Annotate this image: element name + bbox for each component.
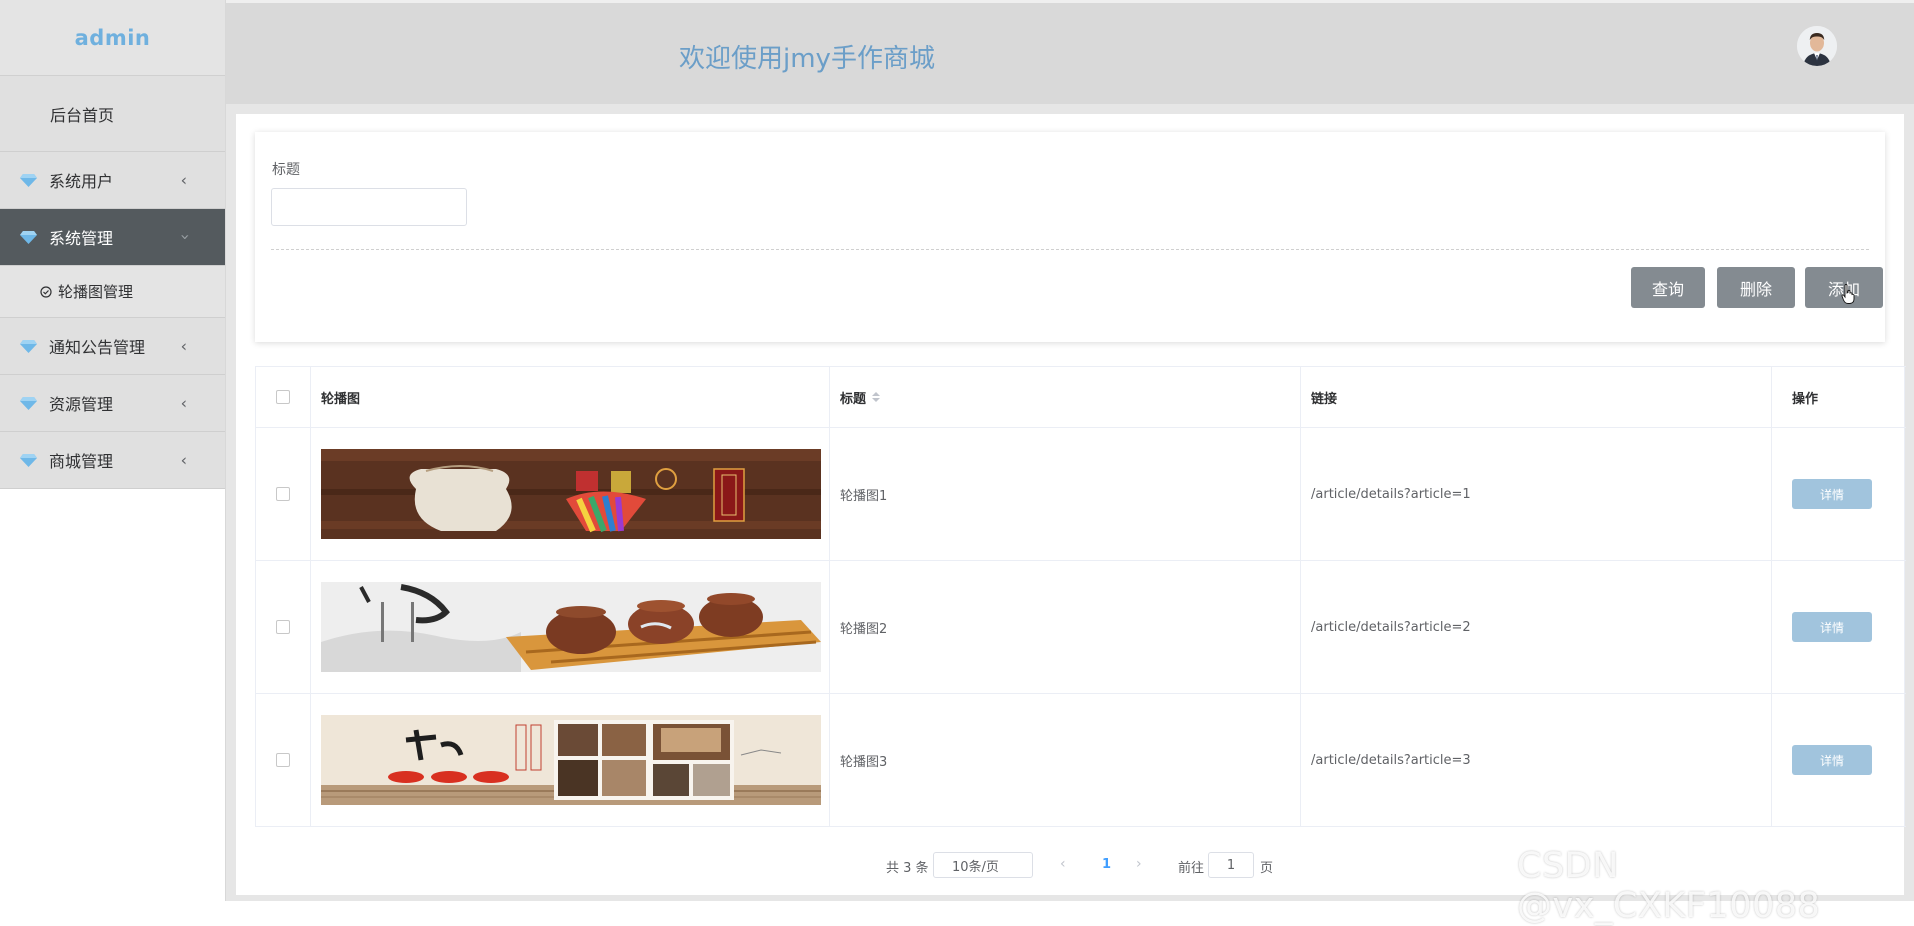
next-page-icon[interactable]: › — [1136, 856, 1142, 872]
carousel-image-2 — [321, 582, 821, 672]
brand: admin — [0, 0, 225, 76]
row-checkbox-cell — [256, 561, 311, 693]
image-cell — [311, 561, 830, 693]
avatar-icon — [1797, 26, 1837, 66]
row-checkbox-cell — [256, 694, 311, 826]
user-avatar[interactable] — [1797, 26, 1837, 66]
delete-button[interactable]: 删除 — [1717, 267, 1795, 308]
gem-icon — [20, 231, 37, 244]
chevron-left-icon: ‹ — [180, 393, 187, 413]
sidebar-item-label: 商城管理 — [49, 452, 114, 471]
operation-cell: 详情 — [1772, 561, 1905, 693]
sidebar-item-mall[interactable]: 商城管理 ‹ — [0, 432, 225, 489]
image-cell — [311, 694, 830, 826]
detail-button[interactable]: 详情 — [1792, 479, 1872, 509]
sidebar: admin 后台首页 系统用户 ‹ 系统管理 ‹ 轮播图管理 通知公告管理 ‹ … — [0, 0, 226, 901]
sidebar-item-system-management[interactable]: 系统管理 ‹ — [0, 209, 225, 266]
table-header-row: 轮播图 标题 链接 操作 — [256, 367, 1906, 428]
divider — [271, 249, 1869, 250]
title-field-label: 标题 — [272, 162, 300, 178]
page-suffix-label: 页 — [1260, 861, 1274, 876]
watermark-text: CSDN @vx_CXKF10088 — [1517, 846, 1821, 926]
search-card: 标题 查询 删除 添加 — [255, 132, 1885, 342]
sidebar-item-label: 系统用户 — [49, 172, 114, 191]
image-cell — [311, 428, 830, 560]
main-area: 标题 查询 删除 添加 轮播图 标题 链接 操作 轮播图1 /article/d… — [226, 104, 1914, 901]
brand-title: admin — [74, 25, 151, 50]
title-search-input[interactable] — [271, 188, 467, 226]
column-header-link: 链接 — [1301, 367, 1772, 427]
chevron-left-icon: ‹ — [180, 450, 187, 470]
hand-cursor-icon — [1841, 284, 1855, 304]
table-row: 轮播图2 /article/details?article=2 详情 — [256, 561, 1906, 694]
row-checkbox[interactable] — [276, 487, 290, 501]
page-size-select[interactable]: 10条/页 — [933, 852, 1033, 878]
column-header-title[interactable]: 标题 — [830, 367, 1301, 427]
prev-page-icon[interactable]: ‹ — [1060, 856, 1066, 872]
query-button[interactable]: 查询 — [1631, 267, 1705, 308]
sidebar-item-label: 系统管理 — [49, 229, 114, 248]
sidebar-item-system-users[interactable]: 系统用户 ‹ — [0, 152, 225, 209]
row-checkbox[interactable] — [276, 753, 290, 767]
goto-label: 前往 — [1178, 861, 1205, 876]
sidebar-item-notice[interactable]: 通知公告管理 ‹ — [0, 318, 225, 375]
title-cell: 轮播图3 — [830, 694, 1301, 826]
carousel-image-1 — [321, 449, 821, 539]
table-row: 轮播图3 /article/details?article=3 详情 — [256, 694, 1906, 827]
sidebar-item-resources[interactable]: 资源管理 ‹ — [0, 375, 225, 432]
operation-cell: 详情 — [1772, 694, 1905, 826]
row-checkbox[interactable] — [276, 620, 290, 634]
select-all-checkbox[interactable] — [276, 390, 290, 404]
gem-icon — [20, 174, 37, 187]
content-panel: 标题 查询 删除 添加 轮播图 标题 链接 操作 轮播图1 /article/d… — [236, 114, 1906, 895]
chevron-down-icon: ‹ — [174, 233, 194, 241]
sidebar-item-label: 通知公告管理 — [49, 338, 146, 357]
column-header-title-label: 标题 — [840, 391, 867, 407]
column-header-operation: 操作 — [1772, 367, 1905, 427]
header: 欢迎使用jmy手作商城 — [226, 0, 1914, 104]
circle-check-icon — [40, 285, 52, 298]
sidebar-item-label: 资源管理 — [49, 395, 114, 414]
carousel-image-3 — [321, 715, 821, 805]
detail-button[interactable]: 详情 — [1792, 612, 1872, 642]
title-cell: 轮播图2 — [830, 561, 1301, 693]
gem-icon — [20, 397, 37, 410]
page-number-current[interactable]: 1 — [1102, 857, 1111, 872]
link-cell: /article/details?article=3 — [1301, 694, 1772, 826]
link-cell: /article/details?article=2 — [1301, 561, 1772, 693]
welcome-title: 欢迎使用jmy手作商城 — [679, 44, 935, 74]
column-header-image: 轮播图 — [311, 367, 830, 427]
gem-icon — [20, 340, 37, 353]
row-checkbox-cell — [256, 428, 311, 560]
sidebar-item-home[interactable]: 后台首页 — [0, 76, 225, 152]
sidebar-item-label: 后台首页 — [50, 105, 115, 125]
gem-icon — [20, 454, 37, 467]
table-row: 轮播图1 /article/details?article=1 详情 — [256, 428, 1906, 561]
goto-page-input[interactable]: 1 — [1208, 852, 1254, 878]
operation-cell: 详情 — [1772, 428, 1905, 560]
carousel-table: 轮播图 标题 链接 操作 轮播图1 /article/details?artic… — [255, 366, 1906, 827]
sort-icon[interactable] — [872, 392, 881, 402]
pagination-total: 共 3 条 — [886, 861, 929, 876]
detail-button[interactable]: 详情 — [1792, 745, 1872, 775]
chevron-left-icon: ‹ — [180, 336, 187, 356]
header-checkbox-cell — [256, 367, 311, 427]
sidebar-subitem-carousel[interactable]: 轮播图管理 — [0, 266, 225, 318]
link-cell: /article/details?article=1 — [1301, 428, 1772, 560]
title-cell: 轮播图1 — [830, 428, 1301, 560]
sidebar-subitem-label: 轮播图管理 — [58, 283, 134, 301]
chevron-left-icon: ‹ — [180, 170, 187, 190]
